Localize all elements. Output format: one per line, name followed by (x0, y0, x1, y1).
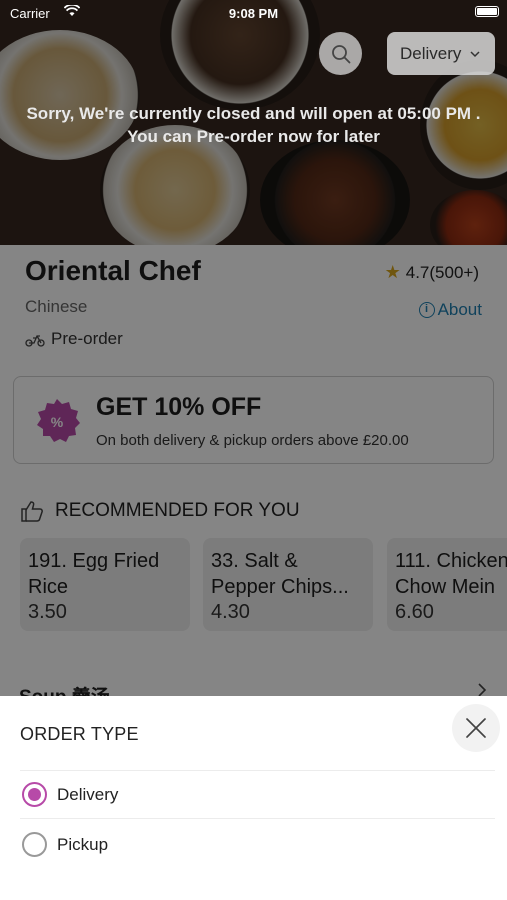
option-label: Pickup (57, 834, 109, 854)
order-type-label: Delivery (400, 43, 462, 63)
battery-icon (475, 6, 499, 17)
order-type-sheet: ORDER TYPE Delivery Pickup (0, 696, 507, 900)
status-time: 9:08 PM (228, 6, 279, 21)
option-label: Delivery (57, 784, 119, 804)
order-type-dropdown[interactable]: Delivery (387, 32, 495, 75)
sheet-title: ORDER TYPE (20, 724, 139, 744)
modal-backdrop[interactable] (0, 245, 507, 696)
order-type-option-delivery[interactable]: Delivery (22, 782, 118, 807)
closed-notice: Sorry, We're currently closed and will o… (0, 102, 507, 148)
search-icon (331, 44, 350, 63)
close-icon (466, 718, 486, 738)
chevron-down-icon (470, 50, 480, 57)
search-button[interactable] (319, 32, 362, 75)
close-button[interactable] (452, 704, 500, 752)
divider (20, 818, 495, 819)
closed-notice-line-1: Sorry, We're currently closed and will o… (26, 104, 481, 123)
closed-notice-line-2: You can Pre-order now for later (127, 127, 380, 146)
status-bar: Carrier 9:08 PM (0, 0, 507, 26)
hero-banner: Carrier 9:08 PM Delivery Sorry, We're cu… (0, 0, 507, 245)
radio-unselected[interactable] (22, 832, 47, 857)
order-type-option-pickup[interactable]: Pickup (22, 832, 108, 857)
divider (20, 770, 495, 771)
app-screen: Carrier 9:08 PM Delivery Sorry, We're cu… (0, 0, 507, 900)
radio-selected[interactable] (22, 782, 47, 807)
